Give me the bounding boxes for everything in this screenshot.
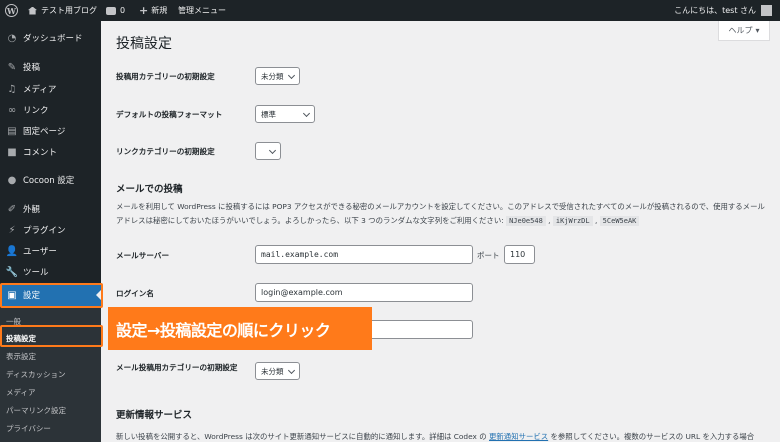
home-icon — [28, 6, 37, 15]
sidebar-item-tools[interactable]: 🔧 ツール — [0, 261, 101, 283]
default-category-label: 投稿用カテゴリーの初期設定 — [116, 72, 215, 81]
plugin-icon: ⚡ — [8, 224, 16, 236]
writing-highlight — [0, 325, 103, 347]
manage-menu-link[interactable]: 管理メニュー — [178, 0, 226, 21]
comment-icon: ■ — [7, 146, 17, 158]
wordpress-logo-button[interactable]: W — [5, 0, 19, 21]
email-section-title: メールでの投稿 — [116, 184, 183, 195]
page-icon: ▤ — [7, 125, 17, 137]
sidebar-item-media[interactable]: ♫ メディア — [0, 78, 101, 100]
chevron-down-icon — [287, 71, 296, 80]
update-services-description: 新しい投稿を公開すると、WordPress は次のサイト更新通知サービスに自動的… — [116, 432, 755, 441]
admin-sidebar: ◔ ダッシュボード ✎ 投稿 ♫ メディア ∞ リンク ▤ 固定ページ ■ コメント ● Co… — [0, 21, 101, 442]
pin-icon: ✎ — [7, 61, 17, 73]
random-string-3: 5CeW5eAK — [599, 216, 640, 226]
sidebar-item-users[interactable]: 👤 ユーザー — [0, 240, 101, 262]
admin-bar: W テスト用ブログ 0 + 新規 管理メニュー こんにちは、test さん — [0, 0, 780, 21]
new-content-link[interactable]: + 新規 — [139, 0, 167, 21]
comments-link[interactable]: 0 — [106, 0, 125, 21]
sidebar-item-cocoon[interactable]: ● Cocoon 設定 — [0, 169, 101, 191]
random-string-2: iKjWrzDL — [552, 216, 593, 226]
sidebar-item-dashboard[interactable]: ◔ ダッシュボード — [0, 27, 101, 49]
sidebar-item-links[interactable]: ∞ リンク — [0, 99, 101, 121]
mail-server-label: メールサーバー — [116, 251, 170, 260]
sidebar-item-comments[interactable]: ■ コメント — [0, 141, 101, 163]
wrench-icon: 🔧 — [5, 266, 19, 278]
submenu-item-discussion[interactable]: ディスカッション — [6, 369, 65, 380]
default-format-select[interactable]: 標準 — [255, 105, 315, 123]
settings-highlight — [0, 283, 103, 308]
email-section-description: メールを利用して WordPress に投稿するには POP3 アクセスができる… — [116, 202, 765, 226]
sidebar-item-posts[interactable]: ✎ 投稿 — [0, 56, 101, 78]
login-name-input[interactable]: login@example.com — [255, 283, 473, 302]
instruction-callout: 設定→投稿設定の順にクリック — [108, 307, 372, 350]
submenu-item-permalinks[interactable]: パーマリンク設定 — [6, 405, 66, 416]
submenu-item-media[interactable]: メディア — [6, 387, 35, 398]
dashboard-icon: ◔ — [7, 32, 17, 44]
help-tab-button[interactable]: ヘルプ ▾ — [718, 21, 770, 41]
random-string-1: NJe0e548 — [506, 216, 546, 226]
link-icon: ∞ — [7, 104, 17, 116]
update-services-link[interactable]: 更新通知サービス — [489, 432, 548, 441]
default-format-label: デフォルトの投稿フォーマット — [116, 110, 223, 119]
media-icon: ♫ — [7, 83, 17, 95]
login-name-label: ログイン名 — [116, 289, 154, 298]
submenu-item-reading[interactable]: 表示設定 — [6, 351, 36, 362]
port-input[interactable]: 110 — [504, 245, 535, 264]
triangle-down-icon: ▾ — [755, 26, 760, 35]
update-services-title: 更新情報サービス — [116, 410, 193, 421]
plus-icon: + — [139, 4, 149, 17]
default-category-select[interactable]: 未分類 — [255, 67, 300, 85]
port-label: ポート — [477, 251, 500, 260]
sidebar-item-plugins[interactable]: ⚡ プラグイン — [0, 219, 101, 241]
wordpress-icon: W — [5, 4, 18, 17]
user-greeting[interactable]: こんにちは、test さん — [674, 0, 772, 21]
mail-category-select[interactable]: 未分類 — [255, 362, 300, 380]
user-icon: 👤 — [5, 245, 19, 257]
submenu-item-privacy[interactable]: プライバシー — [6, 423, 51, 434]
brush-icon: ✐ — [7, 203, 17, 215]
avatar — [761, 5, 772, 16]
link-category-select[interactable] — [255, 142, 281, 160]
mail-category-label: メール投稿用カテゴリーの初期設定 — [116, 363, 238, 372]
comment-bubble-icon — [106, 6, 116, 15]
link-category-label: リンクカテゴリーの初期設定 — [116, 147, 215, 156]
page-title: 投稿設定 — [116, 36, 172, 52]
site-name-link[interactable]: テスト用ブログ — [28, 0, 97, 21]
mail-server-input[interactable]: mail.example.com — [255, 245, 473, 264]
chevron-down-icon — [287, 366, 296, 375]
sidebar-item-appearance[interactable]: ✐ 外観 — [0, 198, 101, 220]
chevron-down-icon — [268, 146, 277, 155]
sidebar-item-pages[interactable]: ▤ 固定ページ — [0, 120, 101, 142]
cocoon-icon: ● — [7, 174, 17, 186]
chevron-down-icon — [302, 109, 311, 118]
